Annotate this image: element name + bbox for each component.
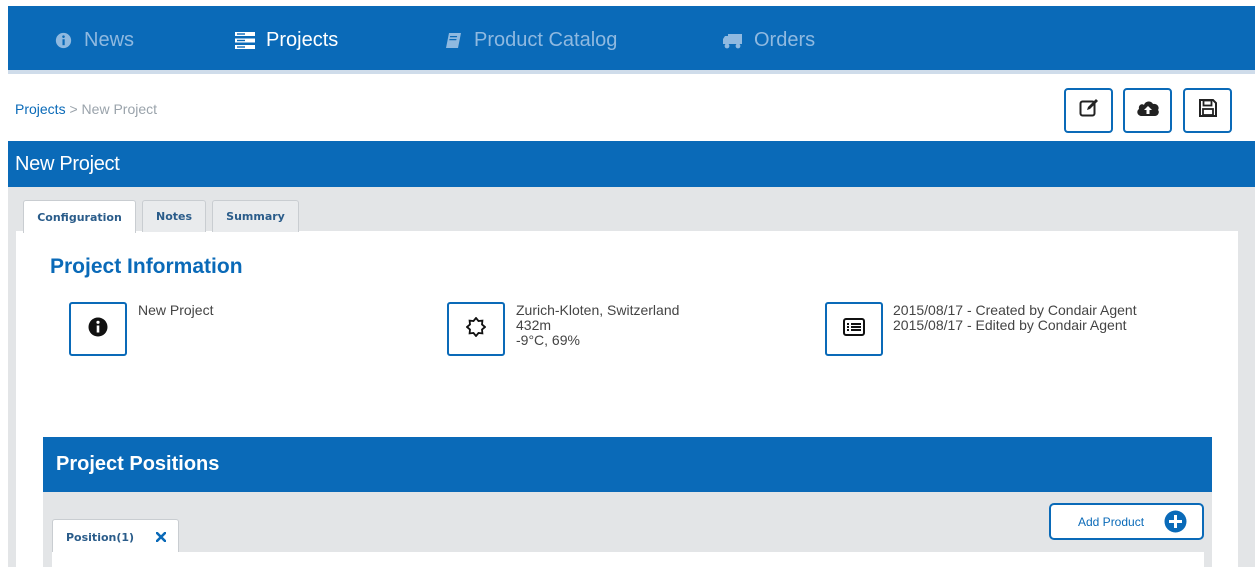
nav-item-label: Orders (754, 29, 816, 51)
list-alt-icon (843, 317, 865, 341)
history-icon-box (825, 302, 883, 356)
nav-item-product-catalog[interactable]: Product Catalog (442, 29, 617, 52)
position-content (52, 552, 1204, 567)
project-history: 2015/08/17 - Created by Condair Agent 20… (893, 303, 1153, 333)
location-climate: -9°C, 69% (516, 332, 580, 348)
nav-item-label: Product Catalog (474, 29, 618, 51)
history-created: 2015/08/17 - Created by Condair Agent (893, 302, 1137, 318)
tab-position-1[interactable]: Position(1) (52, 519, 179, 553)
sun-icon (465, 316, 487, 342)
save-button[interactable] (1183, 88, 1232, 133)
cloud-upload-icon (1136, 99, 1160, 122)
page-title: New Project (15, 153, 120, 175)
nav-item-label: News (84, 29, 135, 51)
breadcrumb-link-projects[interactable]: Projects (15, 101, 66, 117)
edit-icon (1079, 98, 1099, 123)
truck-icon (722, 30, 744, 52)
tab-label: Configuration (37, 210, 122, 224)
server-icon (234, 30, 256, 52)
info-circle-icon (88, 317, 108, 342)
tab-label: Notes (155, 210, 193, 223)
panel-header: New Project (8, 141, 1255, 187)
nav-item-news[interactable]: News (52, 29, 134, 52)
breadcrumb: Projects > New Project (15, 101, 157, 117)
upload-button[interactable] (1123, 88, 1172, 133)
plus-circle-icon (1164, 510, 1187, 538)
save-icon (1198, 98, 1218, 123)
nav-item-projects[interactable]: Projects (234, 29, 338, 52)
breadcrumb-separator: > (69, 101, 78, 117)
section-title-project-positions: Project Positions (56, 453, 220, 475)
info-icon-box (69, 302, 127, 356)
breadcrumb-current: New Project (81, 101, 158, 117)
project-location: Zurich-Kloten, Switzerland 432m -9°C, 69… (516, 303, 679, 348)
tab-label: Position(1) (66, 531, 135, 544)
top-navigation: News Projects Product Catalog Orders (8, 6, 1255, 74)
nav-item-label: Projects (266, 29, 339, 51)
edit-button[interactable] (1064, 88, 1113, 133)
location-place: Zurich-Kloten, Switzerland (516, 302, 680, 318)
history-edited: 2015/08/17 - Edited by Condair Agent (893, 317, 1127, 333)
tab-configuration[interactable]: Configuration (23, 200, 136, 233)
tab-summary[interactable]: Summary (212, 200, 299, 232)
info-circle-icon (52, 30, 74, 52)
section-title-project-information: Project Information (50, 255, 243, 278)
nav-item-orders[interactable]: Orders (722, 29, 815, 52)
tab-notes[interactable]: Notes (142, 200, 206, 232)
location-altitude: 432m (516, 317, 552, 333)
positions-header: Project Positions (43, 437, 1212, 492)
book-icon (442, 30, 464, 52)
close-icon[interactable] (154, 530, 168, 544)
add-product-label: Add Product (1078, 515, 1145, 529)
project-name: New Project (138, 302, 214, 318)
add-product-button[interactable]: Add Product (1049, 503, 1204, 540)
location-icon-box (447, 302, 505, 356)
tab-label: Summary (226, 210, 285, 223)
